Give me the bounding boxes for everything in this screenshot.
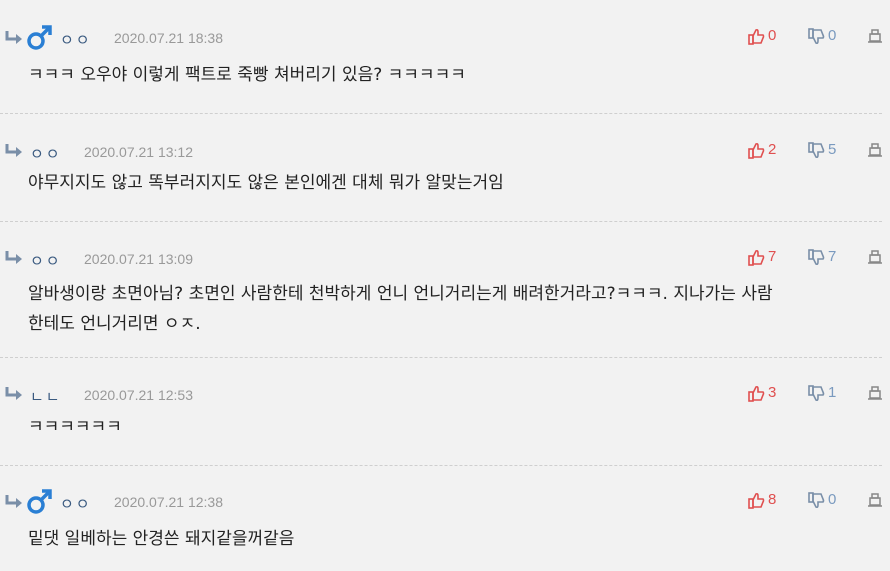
comment-author[interactable]: ㅇㅇ: [60, 29, 92, 50]
thumbs-up-icon: [748, 385, 765, 402]
reply-arrow-icon: [5, 31, 22, 44]
comment-item: ㅇㅇ 2020.07.21 13:12 2 5 야무지지도 않고 똑부러지지도 …: [0, 114, 882, 222]
comment-item: ㅇㅇ 2020.07.21 18:38 0 0 ㅋㅋㅋ 오우야 이렇게 팩트로 …: [0, 0, 882, 114]
downvote-count: 1: [828, 384, 837, 401]
comment-text-line: 밑댓 일베하는 안경쓴 돼지같을꺼같음: [28, 529, 295, 549]
reply-arrow-icon: [5, 144, 22, 157]
male-icon: [27, 25, 52, 50]
thumbs-up-icon: [748, 28, 765, 45]
comment-date: 2020.07.21 18:38: [114, 30, 223, 46]
report-icon[interactable]: [868, 386, 882, 400]
comment-item: ㅇㅇ 2020.07.21 13:09 7 7 알바생이랑 초면아님? 초면인 …: [0, 222, 882, 358]
upvote-count: 3: [768, 384, 777, 401]
thumbs-up-icon: [748, 142, 765, 159]
comment-author[interactable]: ㅇㅇ: [30, 250, 62, 271]
comment-meta: ㅇㅇ 2020.07.21 12:38 8 0: [0, 489, 882, 515]
comment-meta: ㅇㅇ 2020.07.21 13:12 2 5: [0, 139, 882, 165]
reply-arrow-icon: [5, 251, 22, 264]
upvote-count: 0: [768, 27, 777, 44]
male-icon: [27, 489, 52, 514]
upvote-count: 8: [768, 491, 777, 508]
thumbs-up-icon: [748, 492, 765, 509]
upvote-count: 2: [768, 141, 777, 158]
downvote-count: 0: [828, 27, 837, 44]
comment-author[interactable]: ㅇㅇ: [60, 493, 92, 514]
comment-text: 밑댓 일베하는 안경쓴 돼지같을꺼같음: [28, 524, 294, 554]
comment-text: 알바생이랑 초면아님? 초면인 사람한테 천박하게 언니 언니거리는게 배려한거…: [28, 279, 773, 339]
comment-author[interactable]: ㄴㄴ: [30, 386, 62, 407]
thumbs-up-icon: [748, 249, 765, 266]
report-icon[interactable]: [868, 250, 882, 264]
comment-meta: ㄴㄴ 2020.07.21 12:53 3 1: [0, 382, 882, 408]
thumbs-down-icon: [808, 492, 825, 509]
comment-text-line: ㅋㅋㅋ 오우야 이렇게 팩트로 죽빵 쳐버리기 있음? ㅋㅋㅋㅋㅋ: [28, 65, 466, 85]
report-icon[interactable]: [868, 143, 882, 157]
comment-text: ㅋㅋㅋ 오우야 이렇게 팩트로 죽빵 쳐버리기 있음? ㅋㅋㅋㅋㅋ: [28, 60, 466, 90]
comment-text-line: 야무지지도 않고 똑부러지지도 않은 본인에겐 대체 뭐가 알맞는거임: [28, 173, 504, 193]
report-icon[interactable]: [868, 493, 882, 507]
comment-author[interactable]: ㅇㅇ: [30, 143, 62, 164]
comment-date: 2020.07.21 13:12: [84, 144, 193, 160]
downvote-count: 7: [828, 248, 837, 265]
comment-date: 2020.07.21 12:53: [84, 387, 193, 403]
upvote-count: 7: [768, 248, 777, 265]
comment-meta: ㅇㅇ 2020.07.21 13:09 7 7: [0, 246, 882, 272]
comment-date: 2020.07.21 13:09: [84, 251, 193, 267]
reply-arrow-icon: [5, 387, 22, 400]
comment-text-line: 한테도 언니거리면 ㅇㅈ.: [28, 314, 201, 334]
comment-date: 2020.07.21 12:38: [114, 494, 223, 510]
comment-text-line: 알바생이랑 초면아님? 초면인 사람한테 천박하게 언니 언니거리는게 배려한거…: [28, 284, 773, 304]
thumbs-down-icon: [808, 385, 825, 402]
thumbs-down-icon: [808, 28, 825, 45]
comment-text: ㅋㅋㅋㅋㅋㅋ: [28, 412, 122, 442]
comment-item: ㅇㅇ 2020.07.21 12:38 8 0 밑댓 일베하는 안경쓴 돼지같을…: [0, 466, 882, 571]
thumbs-down-icon: [808, 249, 825, 266]
thumbs-down-icon: [808, 142, 825, 159]
downvote-count: 5: [828, 141, 837, 158]
comment-item: ㄴㄴ 2020.07.21 12:53 3 1 ㅋㅋㅋㅋㅋㅋ: [0, 358, 882, 466]
report-icon[interactable]: [868, 29, 882, 43]
comment-meta: ㅇㅇ 2020.07.21 18:38 0 0: [0, 25, 882, 51]
reply-arrow-icon: [5, 495, 22, 508]
downvote-count: 0: [828, 491, 837, 508]
comment-text: 야무지지도 않고 똑부러지지도 않은 본인에겐 대체 뭐가 알맞는거임: [28, 168, 504, 198]
comment-text-line: ㅋㅋㅋㅋㅋㅋ: [28, 417, 122, 437]
